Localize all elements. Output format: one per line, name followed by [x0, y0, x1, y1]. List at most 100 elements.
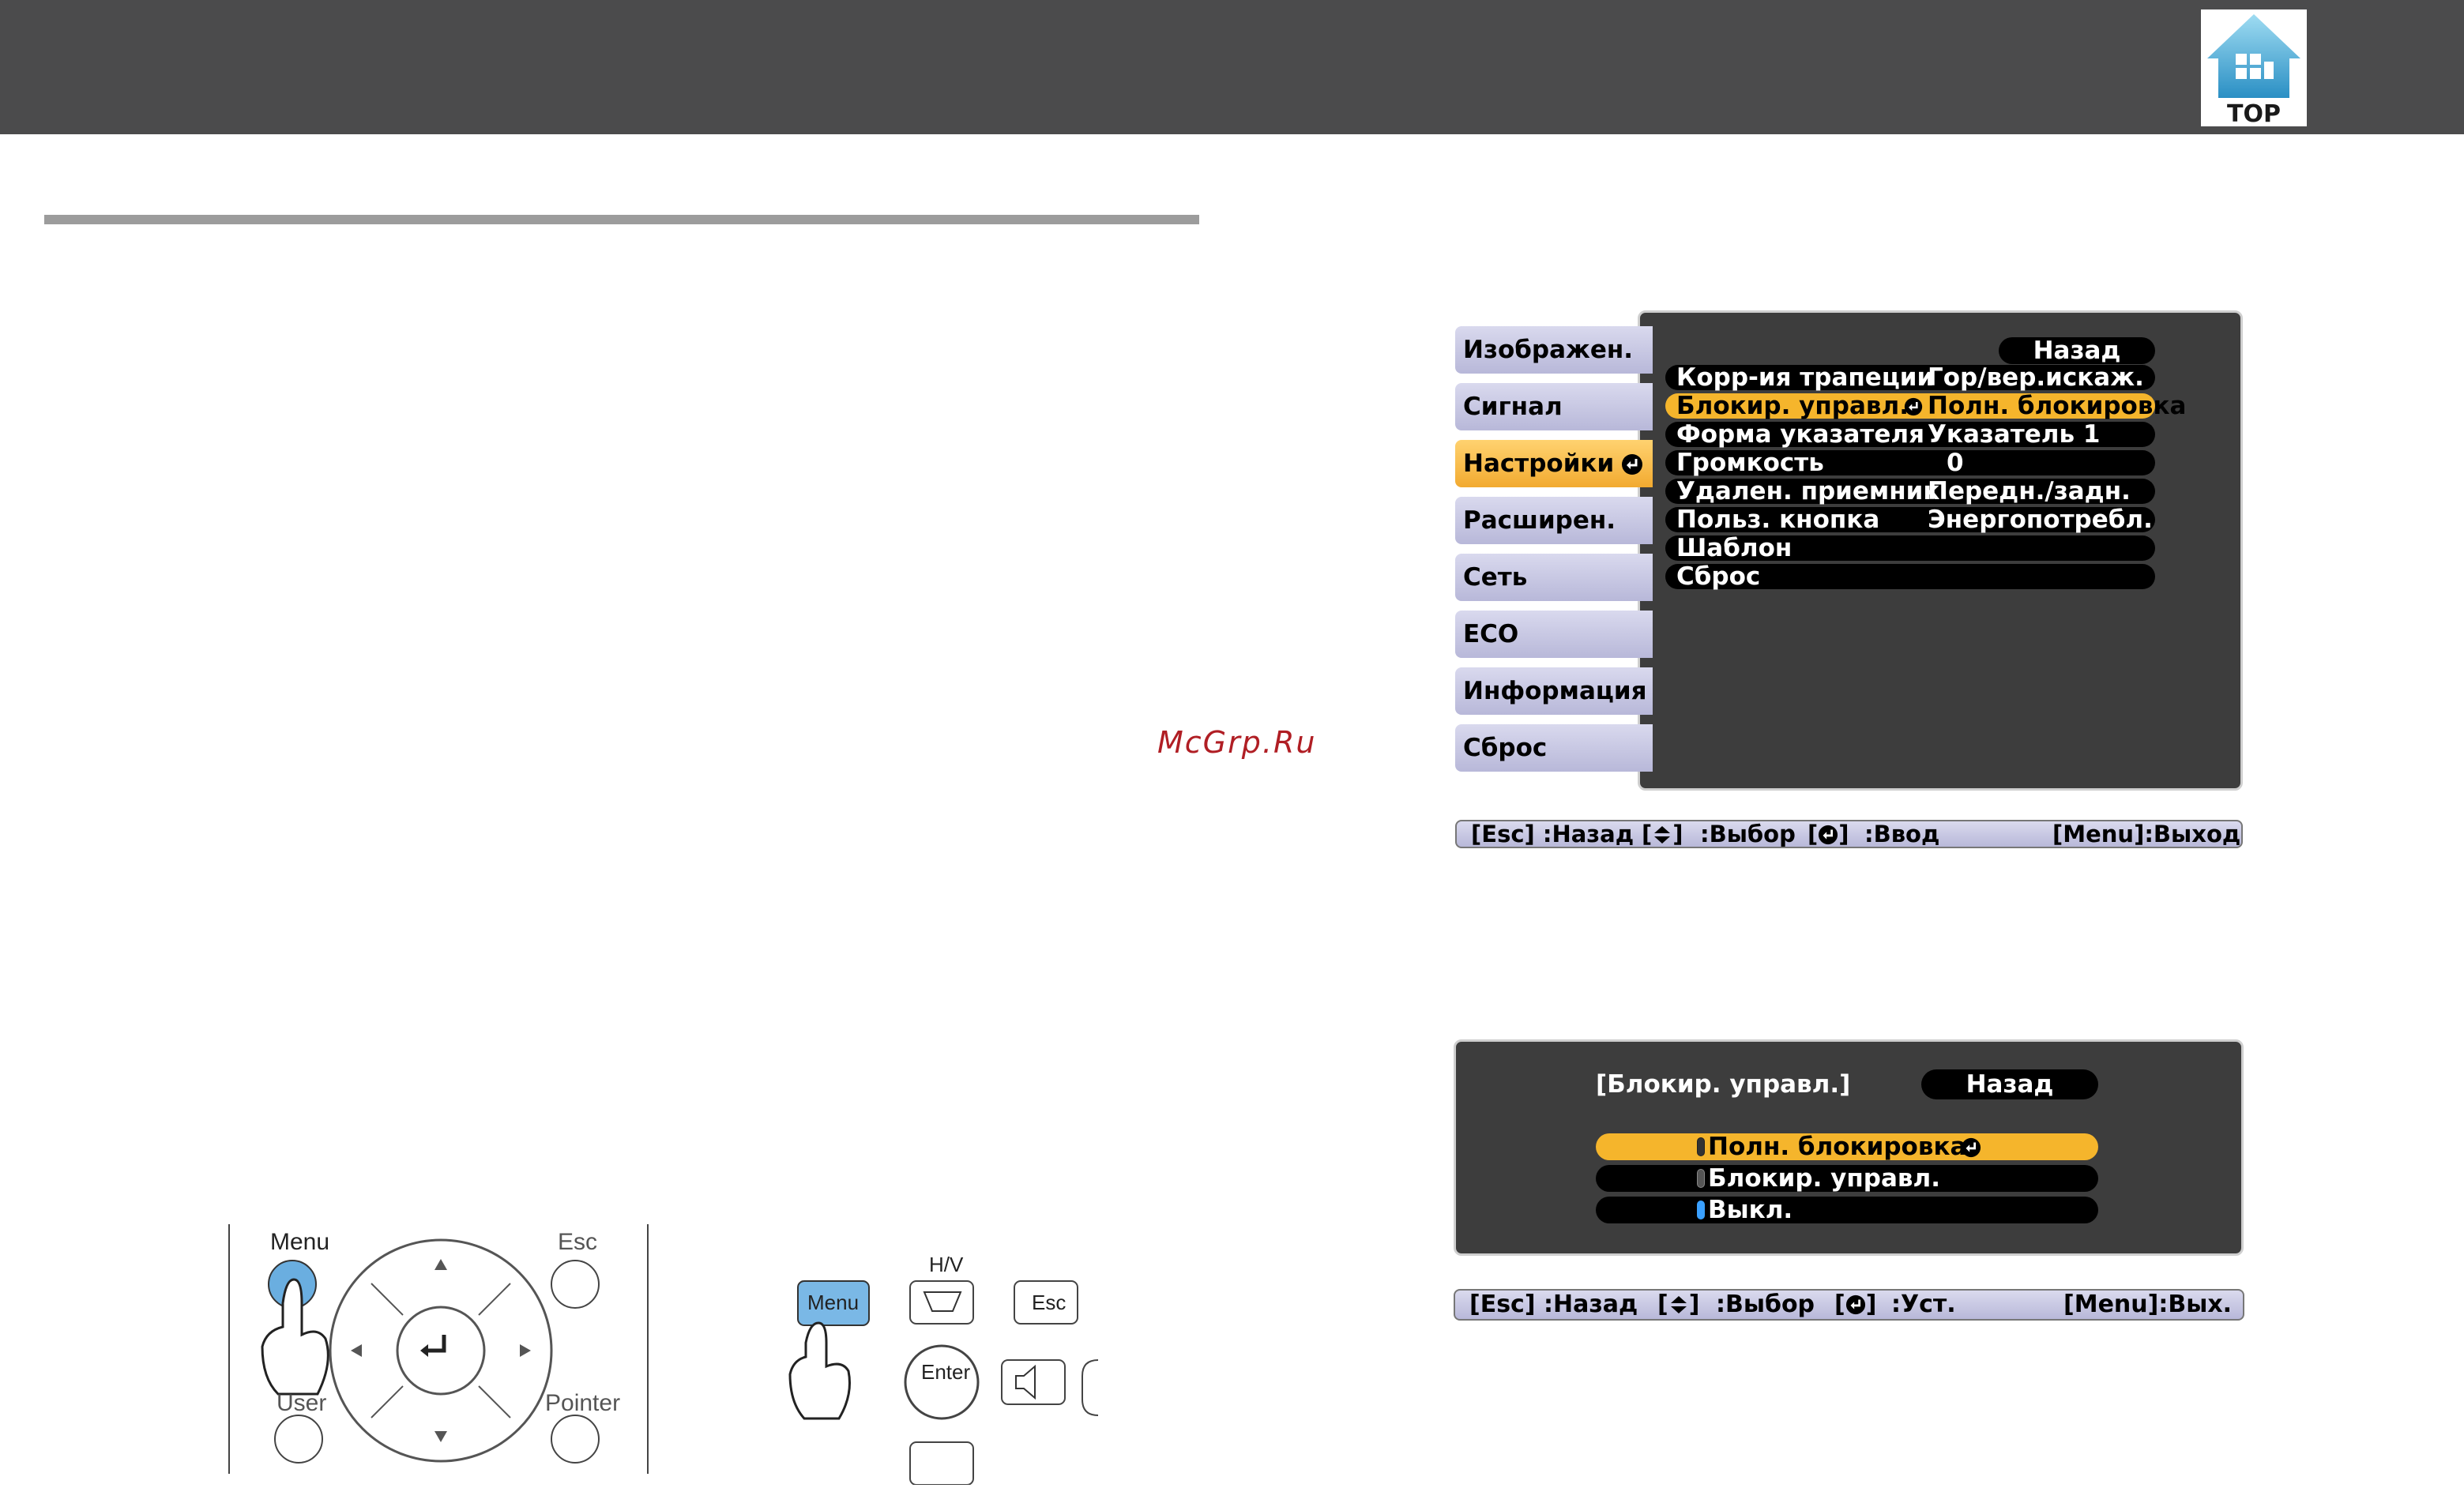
- row-label: Польз. кнопка: [1676, 505, 1880, 534]
- radio-icon: [1697, 1200, 1705, 1219]
- tab-label: Расширен.: [1463, 506, 1616, 535]
- tab-info[interactable]: Информация: [1455, 667, 1653, 715]
- option-off[interactable]: Выкл.: [1596, 1197, 2098, 1223]
- section-rule: [44, 215, 1199, 224]
- enter-icon: [1845, 1294, 1865, 1315]
- hint-esc: [Esc] :Назад: [1469, 1291, 1638, 1318]
- row-value: Полн. блокировка: [1928, 392, 2187, 420]
- control-panel-illustration: H/V Menu Esc Enter: [774, 1248, 1122, 1486]
- row-label: Удален. приемник: [1676, 477, 1940, 505]
- hint-select: :Выбор: [1700, 821, 1796, 847]
- menu-hint-bar: [Esc] :Назад [] :Выбор [] :Ввод [Menu]:В…: [1455, 820, 2243, 848]
- row-value: Указатель 1: [1928, 420, 2101, 449]
- menu-row-volume[interactable]: Громкость 0: [1665, 450, 2155, 475]
- menu-row-control-lock[interactable]: Блокир. управл. Полн. блокировка: [1665, 392, 2186, 420]
- panel-hv-button: [909, 1280, 974, 1325]
- header-bar: [0, 0, 2464, 134]
- tab-label: Сброс: [1463, 734, 1548, 762]
- menu-row-remote-receiver[interactable]: Удален. приемник Передн./задн.: [1665, 479, 2155, 504]
- row-label: Форма указателя: [1676, 420, 1924, 449]
- user-button: [274, 1415, 323, 1464]
- tab-signal[interactable]: Сигнал: [1455, 383, 1653, 430]
- hint-menu: [Menu]:Вых.: [2063, 1291, 2233, 1318]
- tab-label: Сигнал: [1463, 393, 1563, 421]
- hint-enter-key: []: [1808, 821, 1849, 847]
- radio-icon: [1697, 1168, 1705, 1188]
- row-label: Блокир. управл.: [1676, 392, 1909, 420]
- tab-label: Настройки: [1463, 449, 1615, 478]
- tab-label: Изображен.: [1463, 336, 1634, 364]
- tab-settings[interactable]: Настройки: [1455, 440, 1653, 487]
- row-label: Сброс: [1676, 562, 1761, 591]
- top-button[interactable]: TOP: [2201, 9, 2307, 126]
- menu-row-pointer-shape[interactable]: Форма указателя Указатель 1: [1665, 422, 2155, 447]
- radio-icon: [1697, 1137, 1705, 1156]
- right-arrow-icon: [520, 1344, 531, 1357]
- row-value: Гор/вер.искаж.: [1928, 363, 2144, 392]
- hint-set-key: []: [1834, 1291, 1877, 1318]
- enter-icon: [1961, 1137, 1981, 1158]
- menu-row-pattern[interactable]: Шаблон: [1665, 535, 2155, 561]
- row-label: Корр-ия трапеции: [1676, 363, 1935, 392]
- hint-enter: :Ввод: [1864, 821, 1940, 847]
- row-label: Громкость: [1676, 449, 1824, 477]
- remote-user-label: User: [276, 1390, 326, 1416]
- remote-menu-label: Menu: [270, 1229, 329, 1255]
- left-arrow-icon: [351, 1344, 362, 1357]
- remote-drawing: Menu Esc User Pointer: [228, 1224, 649, 1474]
- remote-pointer-label: Pointer: [545, 1390, 620, 1416]
- panel-hv-label: H/V: [929, 1253, 964, 1276]
- tab-label: ECO: [1463, 620, 1519, 648]
- tab-image[interactable]: Изображен.: [1455, 326, 1653, 374]
- hand-pointer-icon: [788, 1321, 851, 1420]
- hint-menu: [Menu]:Выход: [2052, 821, 2241, 847]
- row-value: 0: [1947, 449, 1964, 477]
- panel-menu-label: Menu: [807, 1291, 859, 1314]
- row-label: Шаблон: [1676, 534, 1793, 562]
- row-value: Энергопотребл.: [1928, 505, 2153, 534]
- option-full-lock[interactable]: Полн. блокировка: [1596, 1133, 2098, 1160]
- submenu-back-button[interactable]: Назад: [1921, 1069, 2098, 1099]
- tab-eco[interactable]: ECO: [1455, 611, 1653, 658]
- option-label: Полн. блокировка: [1708, 1133, 1967, 1161]
- hint-updown: []: [1642, 821, 1683, 847]
- tab-reset[interactable]: Сброс: [1455, 724, 1653, 772]
- enter-icon: [1904, 397, 1923, 416]
- hint-set: :Уст.: [1891, 1291, 1956, 1318]
- option-label: Блокир. управл.: [1708, 1164, 1940, 1193]
- submenu-hint-bar: [Esc] :Назад [] :Выбор [] :Уст. [Menu]:В…: [1454, 1289, 2244, 1321]
- tab-label: Сеть: [1463, 563, 1528, 592]
- panel-keystone-down-button: [909, 1441, 974, 1486]
- tab-extended[interactable]: Расширен.: [1455, 497, 1653, 544]
- enter-icon: [427, 1335, 446, 1353]
- enter-icon: [1622, 454, 1642, 475]
- updown-icon: [1670, 1296, 1687, 1313]
- watermark: McGrp.Ru: [1157, 725, 1317, 760]
- updown-icon: [1654, 826, 1671, 844]
- enter-icon: [1819, 825, 1838, 845]
- esc-button: [551, 1260, 600, 1309]
- option-control-lock[interactable]: Блокир. управл.: [1596, 1165, 2098, 1192]
- submenu-title: [Блокир. управл.]: [1596, 1070, 1851, 1099]
- menu-row-user-button[interactable]: Польз. кнопка Энергопотребл.: [1665, 507, 2155, 532]
- panel-enter-label: Enter: [921, 1360, 970, 1384]
- top-label: TOP: [2227, 100, 2281, 126]
- remote-illustration: Menu Esc User Pointer: [221, 1224, 664, 1485]
- tab-label: Информация: [1463, 677, 1647, 705]
- menu-row-keystone[interactable]: Корр-ия трапеции Гор/вер.искаж.: [1665, 365, 2155, 390]
- up-arrow-icon: [434, 1259, 447, 1270]
- hint-select: :Выбор: [1716, 1291, 1815, 1318]
- home-icon: TOP: [2207, 14, 2300, 126]
- back-button[interactable]: Назад: [1999, 337, 2155, 364]
- option-label: Выкл.: [1708, 1196, 1793, 1224]
- tab-network[interactable]: Сеть: [1455, 554, 1653, 601]
- menu-row-reset[interactable]: Сброс: [1665, 564, 2155, 589]
- control-panel-drawing: H/V Menu Esc Enter: [788, 1253, 1099, 1486]
- down-arrow-icon: [434, 1431, 447, 1442]
- hint-esc: [Esc] :Назад: [1471, 821, 1635, 847]
- hint-updown: []: [1657, 1291, 1700, 1318]
- row-value: Передн./задн.: [1928, 477, 2131, 505]
- panel-esc-label: Esc: [1032, 1291, 1066, 1314]
- pointer-button: [551, 1415, 600, 1464]
- remote-esc-label: Esc: [558, 1229, 597, 1255]
